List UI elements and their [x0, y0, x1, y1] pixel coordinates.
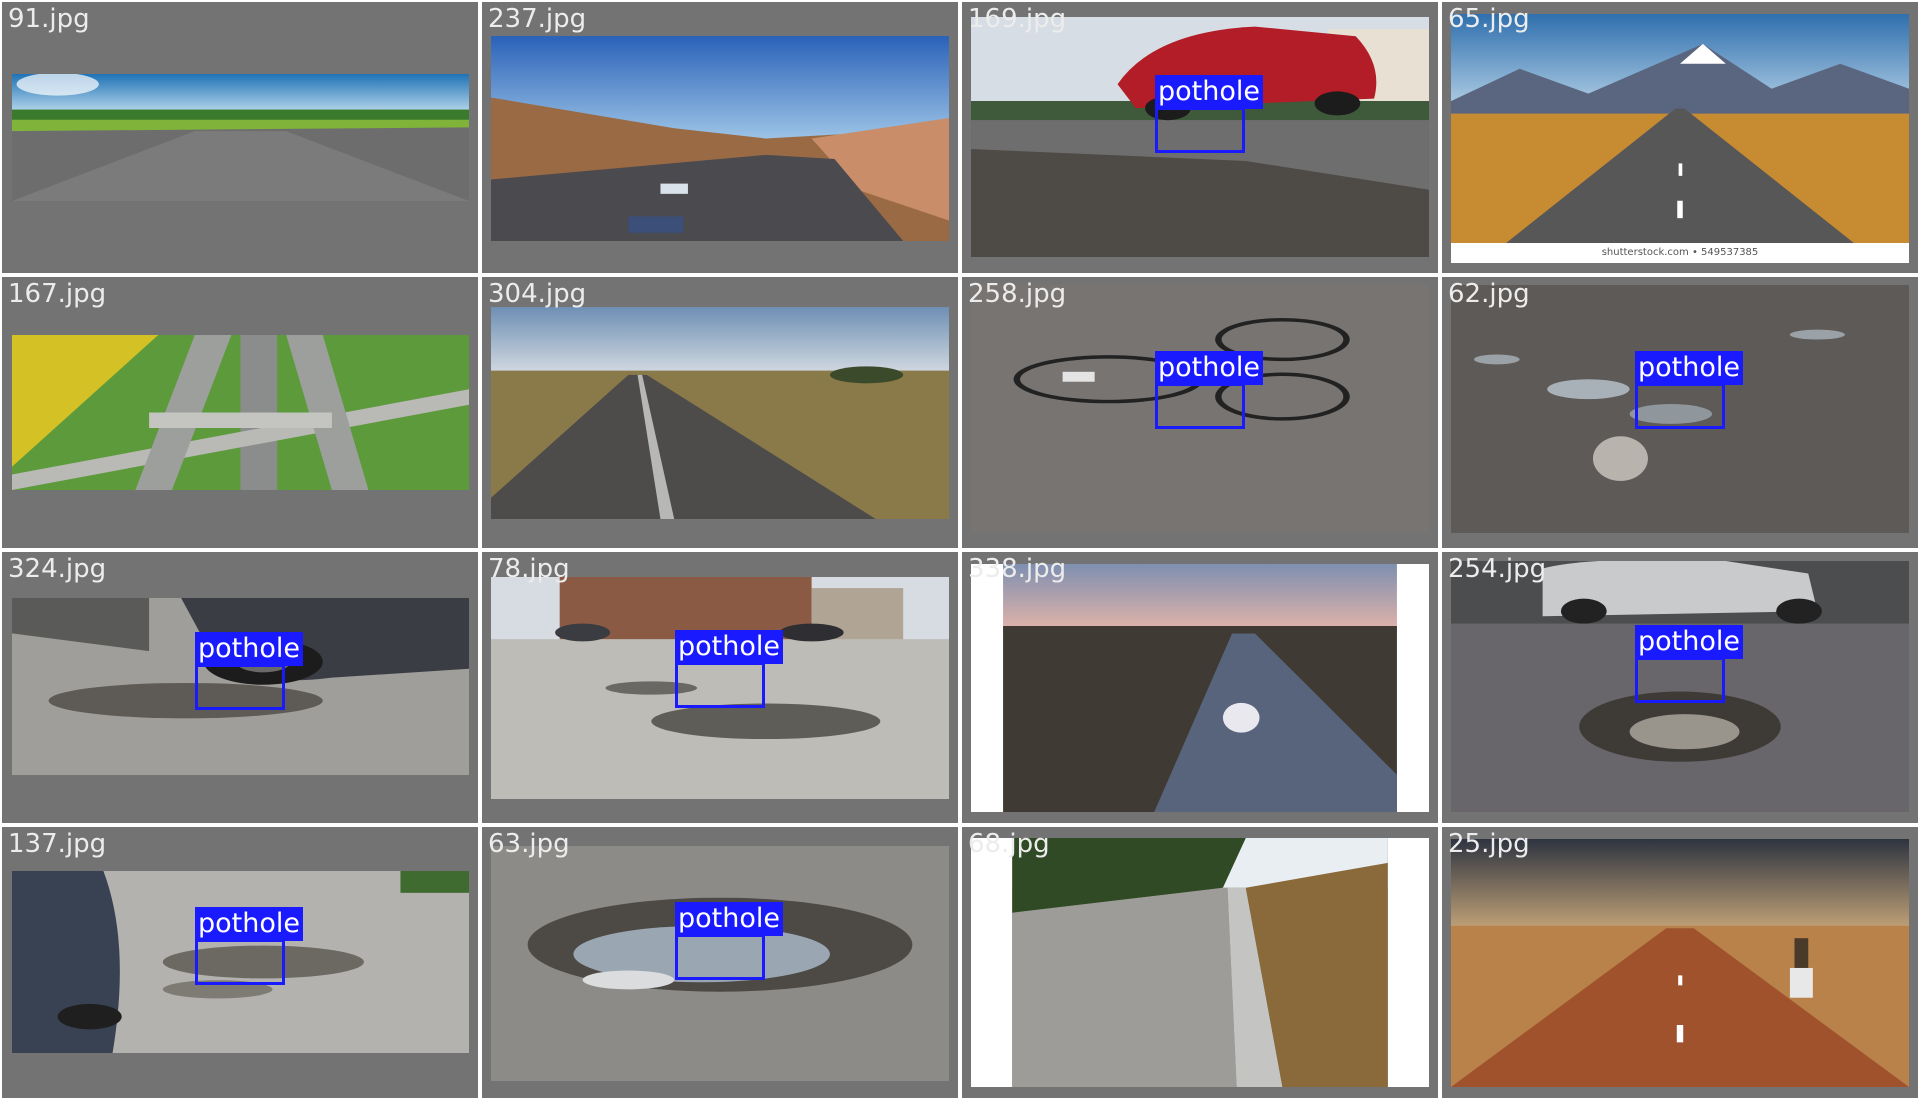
road-photo: [491, 36, 949, 241]
tile-filename: 63.jpg: [488, 829, 570, 859]
bounding-box: [195, 939, 285, 985]
tile-filename: 324.jpg: [8, 554, 107, 584]
road-photo: shutterstock.com • 549537385: [1451, 14, 1909, 263]
bounding-box: [1155, 383, 1245, 429]
image-grid: 91.jpg 237.jpg 169.jpg pothole 65.jpg sh…: [0, 0, 1920, 1100]
bounding-box: [675, 934, 765, 980]
image-tile[interactable]: 258.jpg pothole: [962, 277, 1438, 548]
tile-filename: 78.jpg: [488, 554, 570, 584]
image-tile[interactable]: 78.jpg pothole: [482, 552, 958, 823]
road-photo: [971, 838, 1429, 1087]
tile-filename: 258.jpg: [968, 279, 1067, 309]
tile-filename: 338.jpg: [968, 554, 1067, 584]
detection-label: pothole: [675, 630, 783, 664]
bounding-box: [1155, 107, 1245, 153]
image-tile[interactable]: 169.jpg pothole: [962, 2, 1438, 273]
image-tile[interactable]: 304.jpg: [482, 277, 958, 548]
detection-label: pothole: [195, 907, 303, 941]
tile-filename: 65.jpg: [1448, 4, 1530, 34]
tile-filename: 25.jpg: [1448, 829, 1530, 859]
detection-label: pothole: [1155, 351, 1263, 385]
detection-label: pothole: [1635, 351, 1743, 385]
tile-filename: 237.jpg: [488, 4, 587, 34]
tile-filename: 254.jpg: [1448, 554, 1547, 584]
image-tile[interactable]: 324.jpg pothole: [2, 552, 478, 823]
tile-filename: 68.jpg: [968, 829, 1050, 859]
image-tile[interactable]: 338.jpg: [962, 552, 1438, 823]
tile-filename: 91.jpg: [8, 4, 90, 34]
bounding-box: [195, 664, 285, 710]
image-tile[interactable]: 91.jpg: [2, 2, 478, 273]
image-tile[interactable]: 65.jpg shutterstock.com • 549537385: [1442, 2, 1918, 273]
tile-filename: 137.jpg: [8, 829, 107, 859]
bounding-box: [675, 662, 765, 708]
detection-label: pothole: [675, 902, 783, 936]
image-tile[interactable]: 167.jpg: [2, 277, 478, 548]
image-tile[interactable]: 25.jpg: [1442, 827, 1918, 1098]
road-photo: [12, 74, 469, 201]
image-tile[interactable]: 68.jpg: [962, 827, 1438, 1098]
tile-filename: 62.jpg: [1448, 279, 1530, 309]
road-photo: [1451, 839, 1909, 1087]
road-photo: [12, 335, 469, 490]
tile-filename: 304.jpg: [488, 279, 587, 309]
detection-label: pothole: [1155, 75, 1263, 109]
tile-filename: 167.jpg: [8, 279, 107, 309]
tile-filename: 169.jpg: [968, 4, 1067, 34]
bounding-box: [1635, 657, 1725, 703]
detection-label: pothole: [195, 632, 303, 666]
bounding-box: [1635, 383, 1725, 429]
image-tile[interactable]: 254.jpg pothole: [1442, 552, 1918, 823]
image-tile[interactable]: 62.jpg pothole: [1442, 277, 1918, 548]
image-tile[interactable]: 237.jpg: [482, 2, 958, 273]
watermark: shutterstock.com • 549537385: [1451, 243, 1909, 263]
detection-label: pothole: [1635, 625, 1743, 659]
image-tile[interactable]: 137.jpg pothole: [2, 827, 478, 1098]
image-tile[interactable]: 63.jpg pothole: [482, 827, 958, 1098]
road-photo: [971, 564, 1429, 812]
road-photo: [491, 307, 949, 519]
